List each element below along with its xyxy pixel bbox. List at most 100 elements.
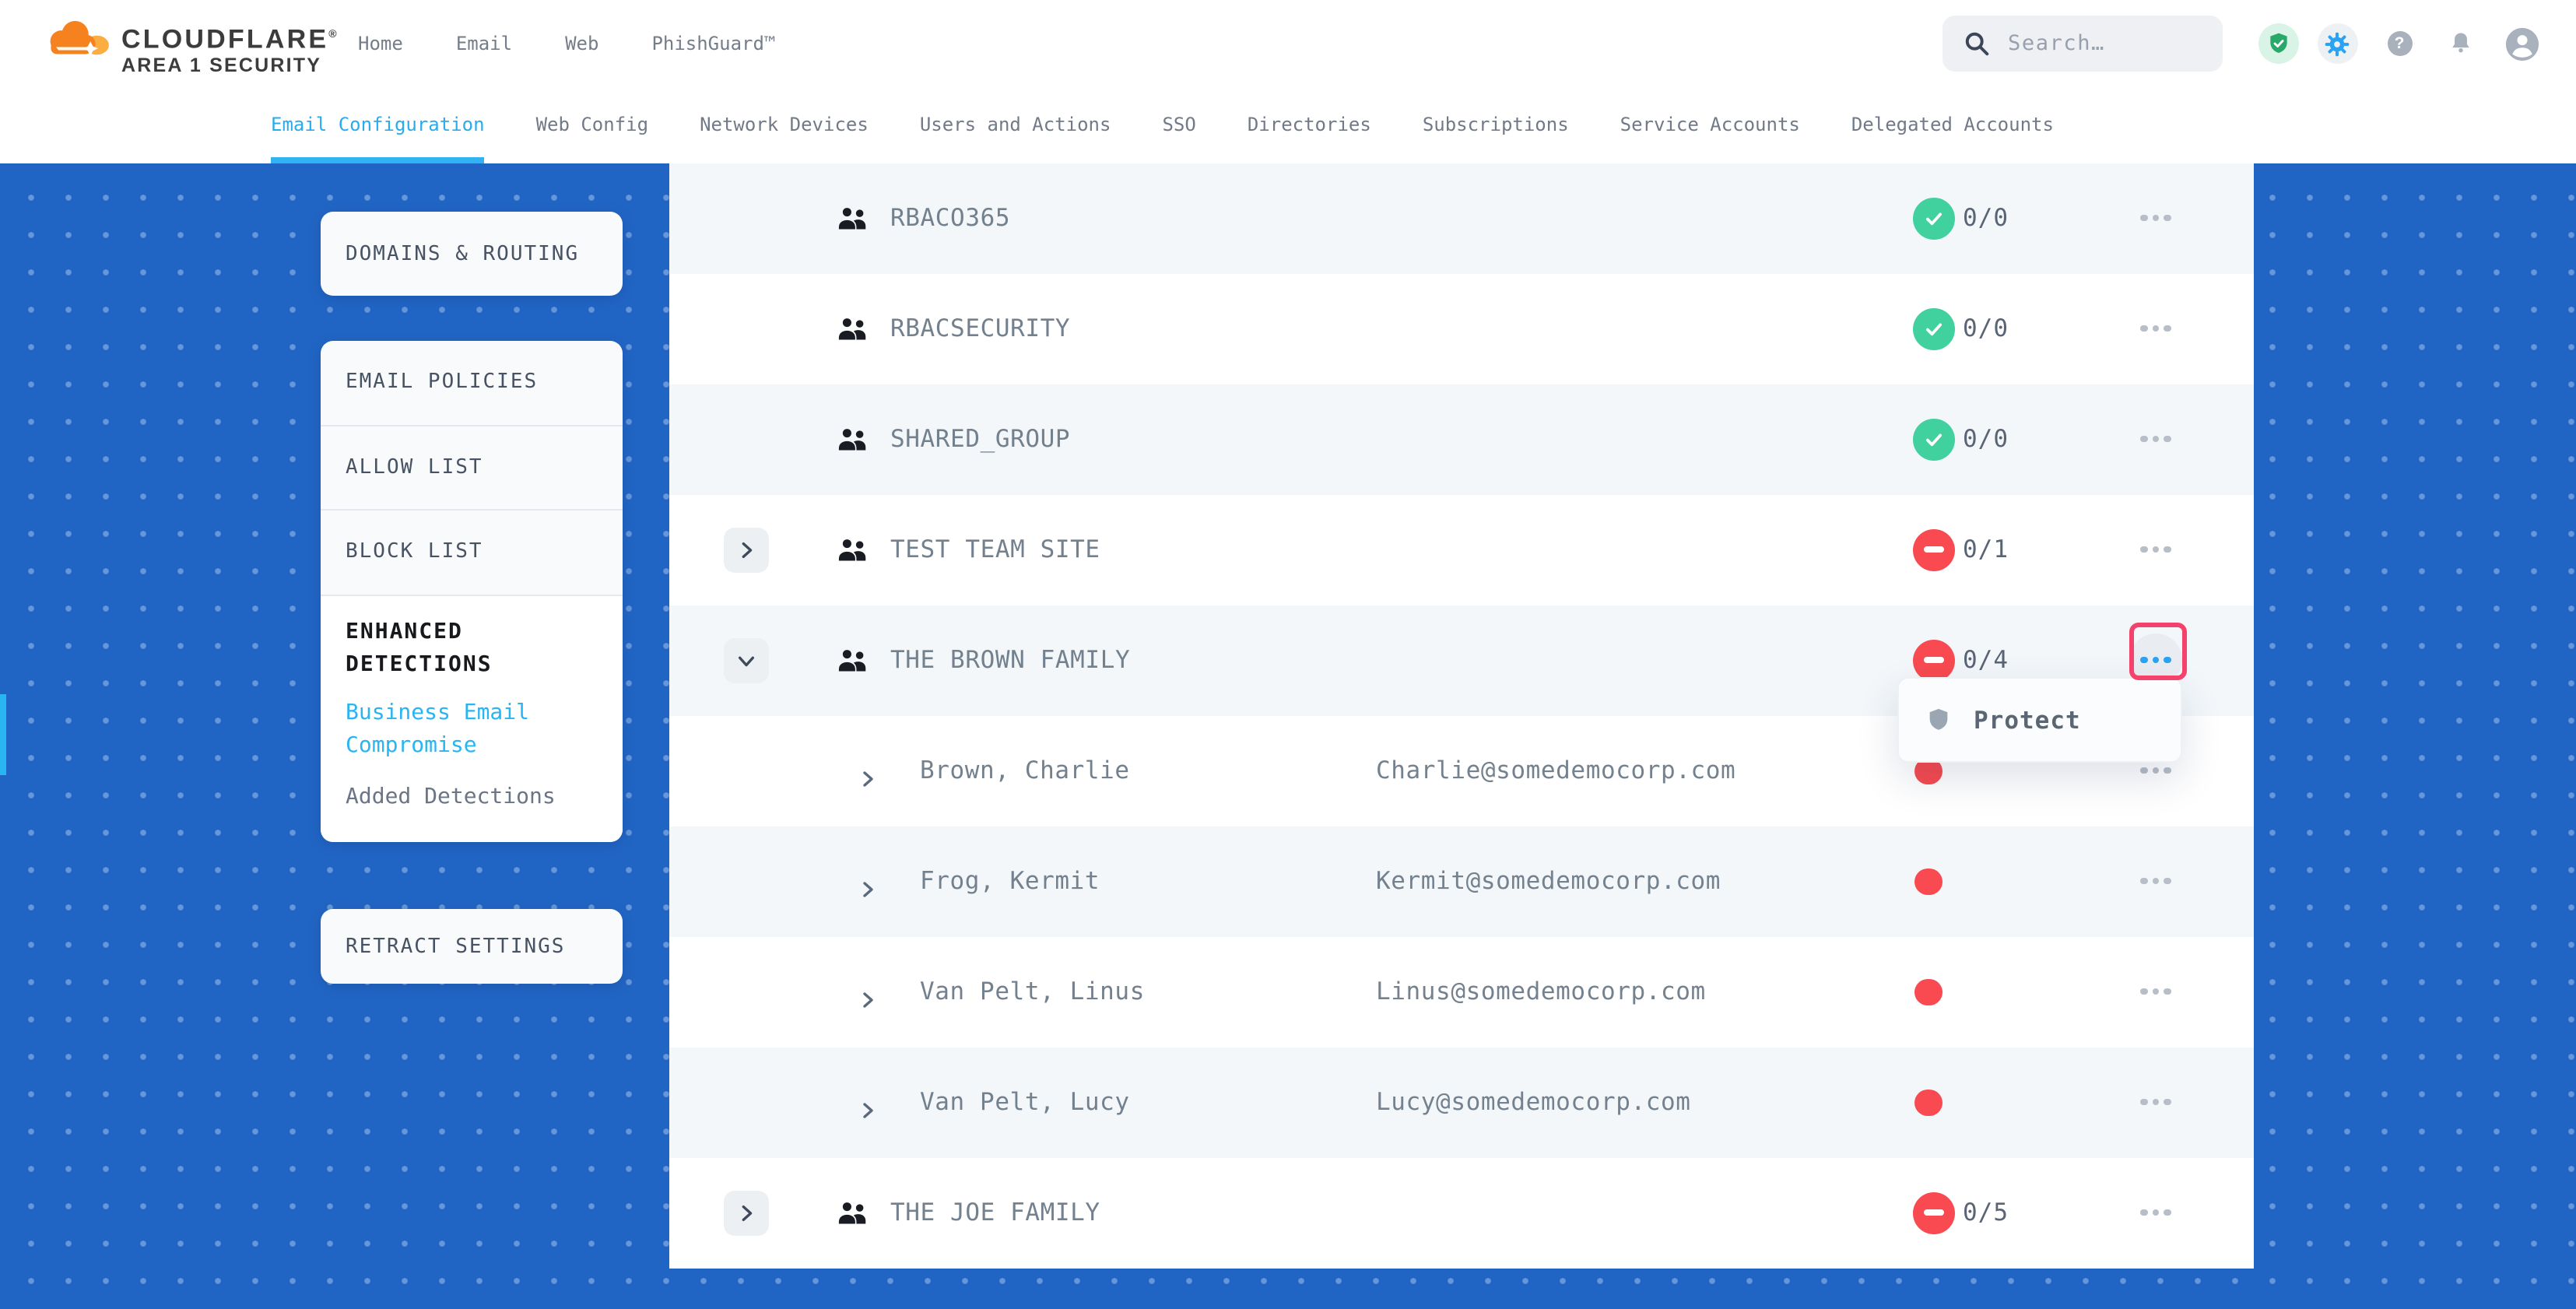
user-arrow-icon [862, 763, 875, 781]
annotation-highlight [2129, 623, 2187, 680]
row-menu-button[interactable] [2129, 1186, 2182, 1239]
sidebar-item-business-email-compromise[interactable]: Business Email Compromise [346, 697, 598, 762]
protected-count: 0/1 [1963, 494, 2009, 605]
group-name: THE BROWN FAMILY [890, 605, 1130, 715]
status-protected-badge [1913, 307, 1955, 349]
help-button[interactable]: ? [2387, 0, 2412, 87]
nav-item-phishguard[interactable]: PhishGuard™ [651, 33, 775, 54]
area1-security-app: CLOUDFLARE® AREA 1 SECURITY Home Email W… [0, 0, 2576, 1309]
table-row-user: Van Pelt, Lucy Lucy@somedemocorp.com [669, 1047, 2253, 1157]
row-menu-button[interactable] [2129, 523, 2182, 576]
tab-subscriptions[interactable]: Subscriptions [1423, 87, 1569, 163]
expand-chevron-button[interactable] [724, 527, 769, 572]
sidebar-item-added-detections[interactable]: Added Detections [346, 781, 598, 813]
search-box[interactable] [1943, 16, 2223, 72]
sidebar-card-policies: EMAIL POLICIES ALLOW LIST BLOCK LIST ENH… [321, 341, 623, 841]
sidebar-card-domains-routing: DOMAINS & ROUTING [321, 212, 623, 296]
tab-users-and-actions[interactable]: Users and Actions [920, 87, 1111, 163]
chevron-right-icon [736, 539, 756, 560]
user-arrow-icon [862, 1095, 875, 1112]
table-row-group: RBACO365 0/0 [669, 163, 2253, 273]
group-name: TEST TEAM SITE [890, 494, 1100, 605]
tab-sso[interactable]: SSO [1162, 87, 1195, 163]
status-unprotected-badge [1913, 528, 1955, 570]
protected-count: 0/0 [1963, 163, 2009, 273]
sidebar-item-enhanced-detections[interactable]: ENHANCED DETECTIONS [346, 616, 598, 681]
group-icon [837, 427, 870, 451]
bell-icon [2446, 30, 2474, 58]
collapse-chevron-button[interactable] [724, 637, 769, 683]
protected-count: 0/0 [1963, 273, 2009, 384]
gear-icon [2317, 23, 2357, 64]
status-protected-badge [1913, 418, 1955, 460]
account-button[interactable] [2504, 0, 2539, 87]
user-name: Van Pelt, Lucy [920, 1047, 1130, 1157]
expand-chevron-button[interactable] [724, 1190, 769, 1235]
row-menu-button[interactable] [2129, 302, 2182, 355]
protected-count: 0/5 [1963, 1157, 2009, 1268]
row-menu-button[interactable] [2129, 412, 2182, 465]
question-mark-icon: ? [2387, 31, 2412, 56]
group-icon [837, 206, 870, 230]
chevron-down-icon [736, 650, 756, 670]
protected-count: 0/0 [1963, 384, 2009, 494]
nav-item-email[interactable]: Email [456, 33, 512, 54]
table-row-group: RBACSECURITY 0/0 [669, 273, 2253, 384]
active-tab-underline [271, 157, 485, 163]
group-icon [837, 648, 870, 672]
section-tabs: Email Configuration Web Config Network D… [0, 87, 2576, 163]
top-nav: Home Email Web PhishGuard™ [358, 0, 775, 87]
tab-delegated-accounts[interactable]: Delegated Accounts [1851, 87, 2054, 163]
sidebar-item-retract-settings[interactable]: RETRACT SETTINGS [321, 909, 623, 984]
sidebar-item-email-policies[interactable]: EMAIL POLICIES [321, 341, 623, 426]
search-input[interactable] [2005, 30, 2213, 58]
sidebar-item-allow-list[interactable]: ALLOW LIST [321, 426, 623, 511]
group-icon [837, 538, 870, 561]
row-menu-button[interactable] [2129, 1076, 2182, 1128]
group-icon [837, 317, 870, 340]
table-row-user: Van Pelt, Linus Linus@somedemocorp.com [669, 936, 2253, 1047]
avatar-icon [2504, 26, 2539, 61]
status-unprotected-badge [1913, 639, 1955, 681]
row-menu-button[interactable] [2129, 191, 2182, 244]
table-row-group: THE JOE FAMILY 0/5 [669, 1157, 2253, 1268]
tab-service-accounts[interactable]: Service Accounts [1620, 87, 1800, 163]
nav-item-home[interactable]: Home [358, 33, 403, 54]
cloudflare-cloud-icon [42, 14, 112, 62]
settings-button[interactable] [2317, 0, 2357, 87]
table-row-group: TEST TEAM SITE 0/1 [669, 494, 2253, 605]
tab-network-devices[interactable]: Network Devices [700, 87, 869, 163]
sidebar-section-enhanced-detections: ENHANCED DETECTIONS Business Email Compr… [321, 595, 623, 841]
protection-status-button[interactable] [2258, 0, 2299, 87]
menu-item-protect[interactable]: Protect [1974, 706, 2081, 734]
logo-trademark: ® [328, 30, 336, 40]
status-unprotected-badge [1913, 1191, 1955, 1234]
notifications-button[interactable] [2446, 0, 2474, 87]
sidebar-item-domains-routing[interactable]: DOMAINS & ROUTING [321, 212, 623, 296]
row-menu-button[interactable] [2129, 965, 2182, 1018]
row-menu-button[interactable] [2129, 855, 2182, 907]
group-name: RBACO365 [890, 163, 1010, 273]
nav-item-web[interactable]: Web [565, 33, 598, 54]
status-unprotected-dot [1914, 868, 1942, 895]
cloudflare-logo[interactable]: CLOUDFLARE® AREA 1 SECURITY [42, 14, 337, 75]
sidebar-item-block-list[interactable]: BLOCK LIST [321, 511, 623, 595]
user-email: Lucy@somedemocorp.com [1376, 1047, 1691, 1157]
active-item-accent-bar [0, 694, 6, 775]
table-row-user: Frog, Kermit Kermit@somedemocorp.com [669, 826, 2253, 936]
group-name: SHARED_GROUP [890, 384, 1070, 494]
user-arrow-icon [862, 874, 875, 891]
user-email: Linus@somedemocorp.com [1376, 936, 1706, 1047]
tab-directories[interactable]: Directories [1248, 87, 1371, 163]
group-icon [837, 1201, 870, 1224]
chevron-right-icon [736, 1202, 756, 1223]
tab-web-config[interactable]: Web Config [536, 87, 649, 163]
user-name: Van Pelt, Linus [920, 936, 1145, 1047]
table-row-group: SHARED_GROUP 0/0 [669, 384, 2253, 494]
user-email: Kermit@somedemocorp.com [1376, 826, 1721, 936]
user-email: Charlie@somedemocorp.com [1376, 715, 1735, 826]
sidebar-card-retract-settings: RETRACT SETTINGS [321, 909, 623, 984]
group-name: RBACSECURITY [890, 273, 1070, 384]
tab-email-configuration[interactable]: Email Configuration [271, 87, 485, 163]
logo-product: AREA 1 SECURITY [121, 54, 337, 75]
